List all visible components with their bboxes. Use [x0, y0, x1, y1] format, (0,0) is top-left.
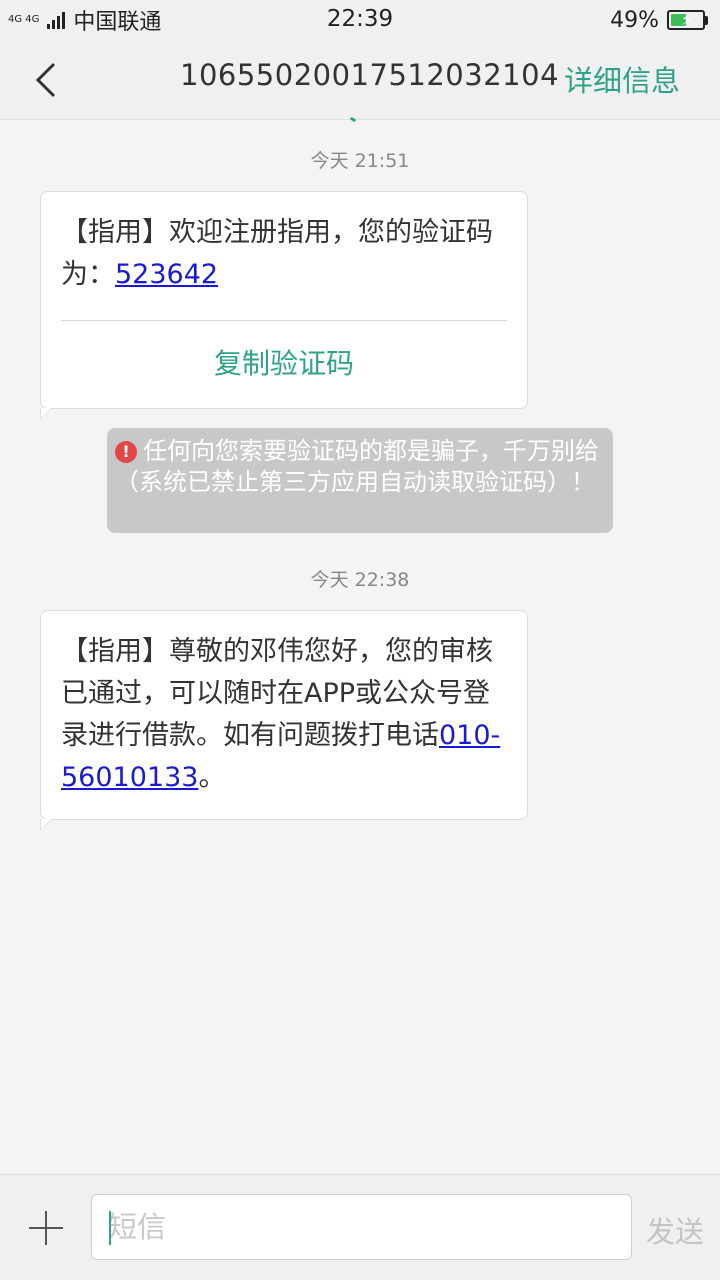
message-timestamp: 今天 21:51 — [310, 150, 410, 172]
message-text: 【指用】尊敬的邓伟您好，您的审核已通过，可以随时在APP或公众号登录进行借款。如… — [41, 611, 527, 799]
status-left: 4G 4G 中国联通 — [8, 4, 161, 36]
verification-code-link[interactable]: 523642 — [115, 259, 218, 290]
signal-strength-icon — [47, 11, 66, 29]
details-button[interactable]: 详细信息 — [564, 58, 680, 100]
plus-icon — [29, 1211, 63, 1245]
message-body: 【指用】尊敬的邓伟您好，您的审核已通过，可以随时在APP或公众号登录进行借款。如… — [61, 636, 493, 751]
message-timestamp: 今天 22:38 — [310, 569, 410, 591]
contact-number: 106550200175120321​04 — [180, 58, 560, 92]
alert-icon: ! — [115, 441, 137, 463]
battery-icon: ⚡ — [667, 10, 708, 30]
message-text: 【指用】欢迎注册指用，您的验证码为：523642 — [41, 192, 527, 296]
conversation-header: 106550200175120321​04 详细信息 — [0, 40, 720, 120]
warning-text: 任何向您索要验证码的都是骗子，千万别给（系统已禁止第三方应用自动读取验证码）！ — [115, 437, 599, 496]
message-input[interactable] — [91, 1194, 632, 1260]
message-body-tail: 。 — [198, 762, 226, 793]
message-bubble[interactable]: 【指用】尊敬的邓伟您好，您的审核已通过，可以随时在APP或公众号登录进行借款。如… — [40, 610, 528, 831]
network-type-label: 4G 4G — [8, 14, 40, 25]
status-bar: 4G 4G 中国联通 22:39 49% ⚡ — [0, 0, 720, 40]
carrier-name: 中国联通 — [73, 10, 162, 35]
copy-code-button[interactable]: 复制验证码 — [41, 321, 527, 385]
text-cursor — [109, 1211, 111, 1245]
status-right: 49% ⚡ — [610, 8, 708, 33]
back-button[interactable] — [26, 58, 70, 102]
sms-conversation-screen: 4G 4G 中国联通 22:39 49% ⚡ 10655020017512032… — [0, 0, 720, 1280]
message-bubble[interactable]: 【指用】欢迎注册指用，您的验证码为：523642 复制验证码 — [40, 191, 528, 420]
add-attachment-button[interactable] — [26, 1208, 66, 1248]
compose-bar: 发送 — [0, 1174, 720, 1280]
battery-percent: 49% — [610, 7, 659, 33]
chevron-left-icon — [35, 62, 56, 98]
charging-bolt-icon: ⚡ — [681, 10, 693, 29]
security-warning: ! 任何向您索要验证码的都是骗子，千万别给（系统已禁止第三方应用自动读取验证码）！ — [107, 428, 613, 533]
send-button[interactable]: 发送 — [646, 1209, 704, 1251]
